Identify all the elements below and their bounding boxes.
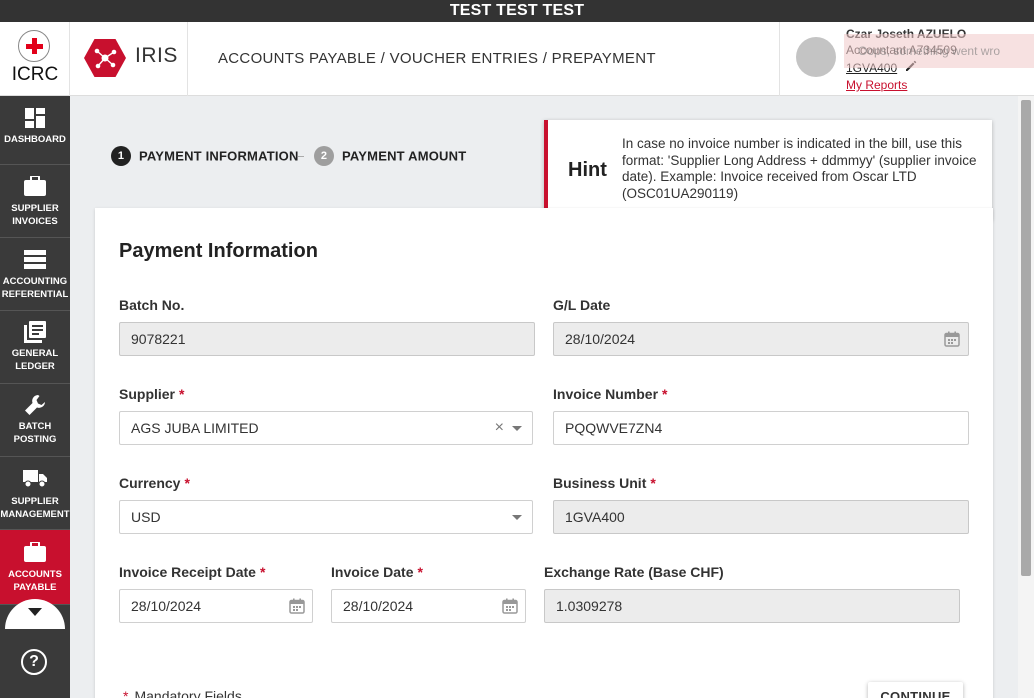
invoice-receipt-date-value: 28/10/2024 [131, 598, 202, 614]
step-number: 1 [111, 146, 131, 166]
calendar-icon[interactable] [502, 598, 518, 614]
sidebar-item-label: BATCH POSTING [13, 421, 57, 445]
required-mark: * [179, 386, 185, 402]
calendar-icon[interactable] [289, 598, 305, 614]
app-header: ICRC IRIS ACCOUNTS PAYABLE / VOUCHER ENT… [0, 22, 1034, 96]
required-mark: * [417, 564, 423, 580]
sidebar-item-supplier-invoices[interactable]: SUPPLIER INVOICES [0, 165, 70, 238]
iris-logo[interactable]: IRIS [70, 22, 188, 96]
gl-date-label: G/L Date [553, 297, 611, 313]
briefcase-icon [24, 176, 46, 196]
required-mark: * [123, 688, 129, 698]
batch-no-label: Batch No. [119, 297, 185, 313]
invoice-receipt-date-label: Invoice Receipt Date * [119, 564, 266, 580]
invoice-number-label: Invoice Number * [553, 386, 668, 402]
currency-label: Currency * [119, 475, 190, 491]
app-name: IRIS [135, 44, 178, 67]
required-mark: * [184, 475, 190, 491]
step-number: 2 [314, 146, 334, 166]
invoice-date-label: Invoice Date * [331, 564, 423, 580]
scrollbar-thumb[interactable] [1021, 100, 1031, 576]
page-scrollbar[interactable] [1018, 96, 1034, 698]
step-payment-amount: 2 PAYMENT AMOUNT [314, 146, 466, 166]
dashboard-icon [25, 108, 45, 128]
help-button[interactable]: ? [21, 649, 47, 675]
hint-panel: Hint In case no invoice number is indica… [544, 120, 992, 220]
exchange-rate-field: 1.0309278 [544, 589, 960, 623]
currency-select[interactable]: USD [119, 500, 533, 534]
supplier-select[interactable]: AGS JUBA LIMITED × [119, 411, 533, 445]
sidebar-item-batch-posting[interactable]: BATCH POSTING [0, 384, 70, 457]
org-name: ICRC [11, 64, 59, 85]
step-label: PAYMENT AMOUNT [342, 148, 467, 164]
business-unit-label: Business Unit * [553, 475, 656, 491]
sidebar-item-supplier-management[interactable]: SUPPLIER MANAGEMENT [0, 457, 70, 530]
payment-information-card: Payment Information Batch No. 9078221 G/… [95, 208, 993, 698]
briefcase-icon [24, 542, 46, 562]
sidebar-item-accounts-payable[interactable]: ACCOUNTS PAYABLE [0, 530, 70, 605]
chevron-down-icon[interactable] [512, 515, 522, 520]
error-toast[interactable]: Oops, something went wro [844, 34, 1034, 68]
exchange-rate-label: Exchange Rate (Base CHF) [544, 564, 724, 580]
caret-down-icon [28, 608, 42, 616]
currency-value: USD [131, 509, 161, 525]
gl-date-field: 28/10/2024 [553, 322, 969, 356]
sidebar-item-label: DASHBOARD [4, 134, 66, 145]
list-icon [24, 250, 46, 269]
required-mark: * [662, 386, 668, 402]
sidebar-item-label: GENERAL LEDGER [11, 348, 59, 372]
hint-text: In case no invoice number is indicated i… [622, 136, 977, 201]
sidebar-collapse-button[interactable] [5, 599, 65, 629]
environment-banner: TEST TEST TEST [0, 0, 1034, 22]
business-unit-field: 1GVA400 [553, 500, 969, 534]
supplier-value: AGS JUBA LIMITED [131, 420, 259, 436]
my-reports-link[interactable]: My Reports [846, 78, 907, 92]
required-mark: * [650, 475, 656, 491]
invoice-date-value: 28/10/2024 [343, 598, 414, 614]
sidebar-item-label: SUPPLIER MANAGEMENT [0, 496, 70, 520]
sidebar-item-label: ACCOUNTING REFERENTIAL [1, 276, 69, 300]
wrench-icon [25, 395, 45, 415]
invoice-receipt-date-input[interactable]: 28/10/2024 [119, 589, 313, 623]
calendar-icon [944, 331, 960, 347]
iris-hexagon-icon [84, 39, 126, 77]
step-payment-information: 1 PAYMENT INFORMATION [111, 146, 299, 166]
truck-icon [23, 470, 47, 488]
card-title: Payment Information [119, 240, 318, 262]
sidebar-item-general-ledger[interactable]: GENERAL LEDGER [0, 311, 70, 384]
chevron-down-icon[interactable] [512, 426, 522, 431]
clear-icon[interactable]: × [495, 412, 504, 444]
sidebar-item-label: ACCOUNTS PAYABLE [8, 569, 62, 593]
required-mark: * [259, 564, 266, 580]
ledger-icon [24, 321, 46, 343]
invoice-date-input[interactable]: 28/10/2024 [331, 589, 526, 623]
sidebar-item-label: SUPPLIER INVOICES [11, 203, 59, 227]
continue-button[interactable]: CONTINUE [868, 682, 963, 698]
hint-title: Hint [568, 159, 607, 181]
red-cross-icon [18, 30, 50, 62]
supplier-label: Supplier * [119, 386, 185, 402]
mandatory-fields-note: * Mandatory Fields [123, 688, 242, 698]
batch-no-field: 9078221 [119, 322, 535, 356]
invoice-number-input[interactable]: PQQWVE7ZN4 [553, 411, 969, 445]
avatar[interactable] [796, 37, 836, 77]
step-separator [298, 156, 304, 157]
gl-date-value: 28/10/2024 [565, 331, 636, 347]
sidebar-item-dashboard[interactable]: DASHBOARD [0, 96, 70, 165]
icrc-logo[interactable]: ICRC [0, 22, 70, 96]
step-label: PAYMENT INFORMATION [139, 148, 299, 164]
breadcrumb: ACCOUNTS PAYABLE / VOUCHER ENTRIES / PRE… [218, 50, 656, 67]
sidebar: DASHBOARD SUPPLIER INVOICES ACCOUNTING R… [0, 96, 70, 698]
sidebar-item-accounting-referential[interactable]: ACCOUNTING REFERENTIAL [0, 238, 70, 311]
